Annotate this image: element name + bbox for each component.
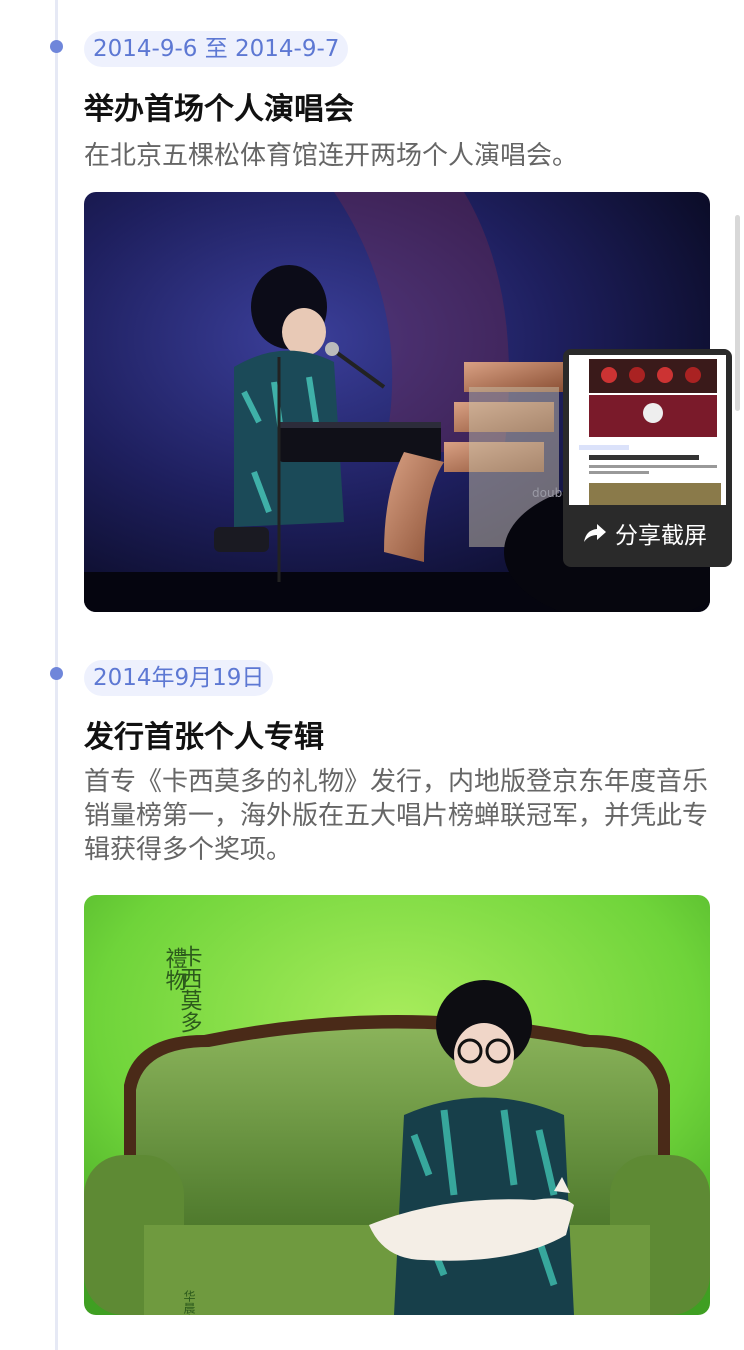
event-date: 2014年9月19日: [84, 660, 274, 696]
album-title: 卡西莫多: [177, 945, 203, 1033]
album-cover-photo[interactable]: 禮物 卡西莫多 华晨宇: [84, 895, 710, 1315]
share-screenshot-label: 分享截屏: [615, 523, 707, 549]
event-description: 在北京五棵松体育馆连开两场个人演唱会。: [84, 141, 579, 171]
event-date: 2014-9-6 至 2014-9-7: [84, 31, 349, 67]
album-artist: 华晨宇: [182, 1290, 196, 1315]
screenshot-thumbnail[interactable]: [569, 355, 726, 505]
share-screenshot-button[interactable]: 分享截屏: [583, 515, 707, 551]
timeline-dot: [50, 667, 63, 680]
share-arrow-icon: [584, 524, 606, 542]
event-description: 首专《卡西莫多的礼物》发行，内地版登京东年度音乐销量榜第一，海外版在五大唱片榜蝉…: [84, 767, 709, 865]
share-screenshot-popup[interactable]: 分享截屏: [563, 349, 732, 567]
event-title: 发行首张个人专辑: [84, 720, 324, 755]
event-title: 举办首场个人演唱会: [84, 92, 354, 127]
scrollbar[interactable]: [735, 215, 740, 411]
timeline-dot: [50, 40, 63, 53]
